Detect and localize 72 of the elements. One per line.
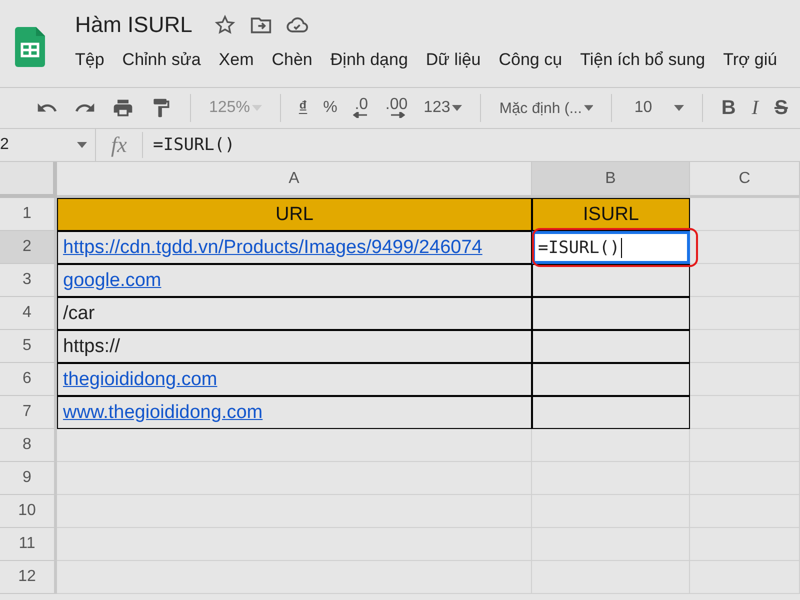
grid-cell[interactable] xyxy=(690,429,800,462)
fx-label: fx xyxy=(96,132,143,158)
column-header[interactable]: B xyxy=(532,162,690,198)
grid-cell[interactable] xyxy=(690,297,800,330)
currency-button[interactable]: ₫ xyxy=(290,99,316,117)
grid-cell[interactable] xyxy=(690,330,800,363)
column-header[interactable]: A xyxy=(57,162,532,198)
row-header[interactable]: 4 xyxy=(0,297,57,330)
caret-icon xyxy=(252,105,262,111)
row-header[interactable]: 6 xyxy=(0,363,57,396)
row-header[interactable]: 9 xyxy=(0,462,57,495)
grid-cell[interactable] xyxy=(57,429,532,462)
row-header[interactable]: 3 xyxy=(0,264,57,297)
formula-input[interactable]: =ISURL() xyxy=(153,135,235,155)
grid-cell[interactable] xyxy=(57,528,532,561)
menu-item[interactable]: Chỉnh sửa xyxy=(122,50,201,70)
document-title[interactable]: Hàm ISURL xyxy=(75,12,192,38)
row-header[interactable]: 8 xyxy=(0,429,57,462)
grid-cell[interactable] xyxy=(690,264,800,297)
row-header[interactable]: 10 xyxy=(0,495,57,528)
table-cell: /car xyxy=(57,297,532,330)
name-box[interactable]: 2 xyxy=(0,129,96,161)
table-cell: https:// xyxy=(57,330,532,363)
star-icon[interactable] xyxy=(214,14,236,36)
font-size-dropdown[interactable]: 10 xyxy=(622,99,692,117)
percent-button[interactable]: % xyxy=(315,99,346,117)
menu-item[interactable]: Tiện ích bổ sung xyxy=(580,50,706,70)
number-format-dropdown[interactable]: 123 xyxy=(416,99,470,117)
row-header[interactable]: 12 xyxy=(0,561,57,594)
increase-decimals-button[interactable]: .00 xyxy=(377,98,416,118)
bold-button[interactable]: B xyxy=(713,96,744,120)
grid-cell[interactable] xyxy=(532,429,690,462)
caret-icon xyxy=(452,105,462,111)
strikethrough-button[interactable]: S xyxy=(766,96,796,120)
italic-button[interactable]: I xyxy=(744,96,766,120)
printer-icon[interactable] xyxy=(112,97,134,119)
cell-input-field[interactable]: =ISURL() xyxy=(532,231,690,264)
table-header-cell: ISURL xyxy=(532,198,690,231)
row-header[interactable]: 2 xyxy=(0,231,57,264)
caret-icon xyxy=(674,105,684,111)
grid-cell[interactable] xyxy=(690,198,800,231)
corner-cell[interactable] xyxy=(0,162,57,198)
row-header[interactable]: 11 xyxy=(0,528,57,561)
caret-icon xyxy=(584,105,594,111)
link[interactable]: www.thegioididong.com xyxy=(57,396,532,429)
menu-item[interactable]: Công cụ xyxy=(498,50,562,70)
grid-cell[interactable] xyxy=(690,231,800,264)
menu-item[interactable]: Xem xyxy=(218,50,254,70)
grid-cell[interactable] xyxy=(57,561,532,594)
caret-icon xyxy=(77,142,87,148)
row-header[interactable]: 1 xyxy=(0,198,57,231)
link[interactable]: https://cdn.tgdd.vn/Products/Images/9499/246074 xyxy=(57,231,532,264)
grid-cell[interactable] xyxy=(57,495,532,528)
menu-item[interactable]: Định dạng xyxy=(330,50,408,70)
row-header[interactable]: 7 xyxy=(0,396,57,429)
menu-item[interactable]: Trợ giú xyxy=(723,50,778,70)
row-header[interactable]: 5 xyxy=(0,330,57,363)
table-header-cell: URL xyxy=(57,198,532,231)
spreadsheet-logo-icon[interactable] xyxy=(15,27,45,67)
font-dropdown[interactable]: Mặc định (... xyxy=(491,100,602,116)
menu-item[interactable]: Tệp xyxy=(75,50,104,70)
grid-cell[interactable] xyxy=(57,462,532,495)
arrow-icon xyxy=(353,112,370,118)
grid-cell[interactable] xyxy=(690,396,800,429)
menu-item[interactable]: Chèn xyxy=(272,50,312,70)
link[interactable]: thegioididong.com xyxy=(57,363,532,396)
column-header[interactable]: C xyxy=(690,162,800,198)
menu-item[interactable]: Dữ liệu xyxy=(426,50,481,70)
arrow-icon xyxy=(388,112,404,118)
link[interactable]: google.com xyxy=(57,264,532,297)
decrease-decimals-button[interactable]: .0 xyxy=(345,98,378,118)
grid-cell[interactable] xyxy=(690,363,800,396)
